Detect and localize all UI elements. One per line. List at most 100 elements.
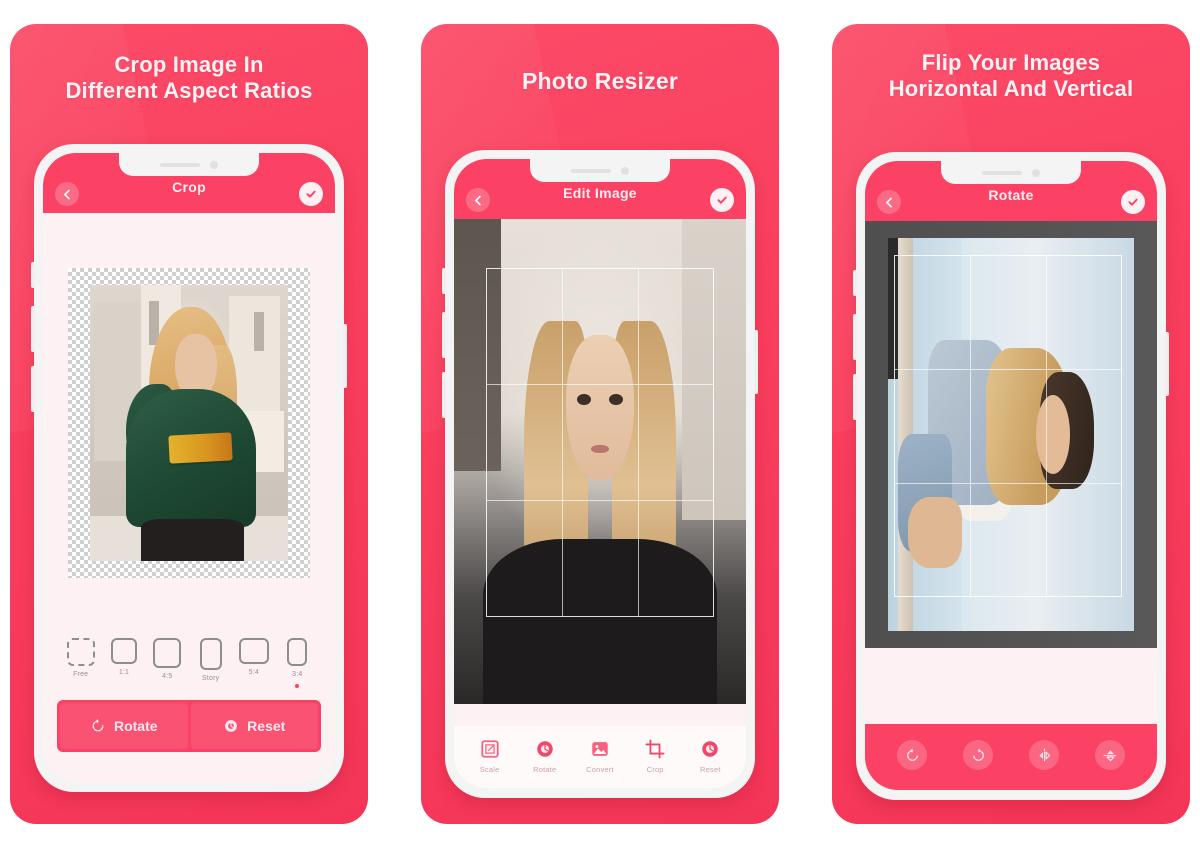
tool-label: Scale [479, 765, 500, 774]
phone-power-button [1165, 332, 1169, 396]
phone-mute-switch [442, 268, 446, 294]
ratio-selected-dot [209, 688, 213, 692]
reset-icon [699, 738, 721, 760]
ratio-option-free[interactable]: Free [59, 638, 102, 688]
ratio-label: 1:1 [118, 669, 130, 676]
rotate-right-button[interactable] [963, 740, 993, 770]
back-button[interactable] [466, 188, 490, 212]
confirm-button[interactable] [710, 188, 734, 212]
ratio-option-story[interactable]: Story [189, 638, 232, 692]
source-photo-hoodie [90, 284, 288, 561]
tool-label: Reset [700, 765, 721, 774]
ratio-option-4-5[interactable]: 4:5 [146, 638, 189, 690]
phone-notch [530, 159, 670, 182]
transparency-checkerboard [68, 268, 310, 578]
reset-icon [225, 720, 238, 732]
ratio-landscape-icon [238, 638, 269, 664]
phone-power-button [343, 324, 347, 388]
promo-card-flip: Flip Your Images Horizontal And Vertical [832, 24, 1190, 824]
promo-title: Photo Resizer [522, 68, 678, 94]
app-bar-title: Edit Image [563, 185, 637, 201]
rotate-left-button[interactable] [897, 740, 927, 770]
confirm-button[interactable] [1121, 190, 1145, 214]
phone-notch [119, 153, 259, 176]
check-icon [306, 190, 316, 198]
image-icon [589, 738, 611, 760]
phone-notch [941, 161, 1081, 184]
ratio-option-5-4[interactable]: 5:4 [232, 638, 275, 686]
flip-vertical-icon [1103, 749, 1117, 761]
screenshot-gallery: Crop Image In Different Aspect Ratios Cr… [0, 0, 1200, 857]
tool-convert[interactable]: Convert [576, 738, 624, 774]
promo-card-resizer: Photo Resizer Edit Image Scale Rotate Co… [421, 24, 779, 824]
ratio-option-3-4[interactable]: 3:4 [276, 638, 319, 688]
tool-rotate[interactable]: Rotate [521, 738, 569, 774]
ratio-portrait-icon [153, 638, 182, 668]
earpiece-speaker [982, 170, 1022, 175]
phone-mockup: Crop Free 1:1 4:5 Story 5:4 3:4 Rotate R… [31, 144, 347, 792]
app-bar-title: Crop [172, 179, 206, 195]
ratio-free-icon [66, 638, 95, 666]
screen-bottom-padding [43, 752, 335, 782]
earpiece-speaker [160, 162, 200, 167]
ratio-selected-dot [165, 686, 169, 690]
editor-toolbar: Scale Rotate Convert Crop Reset [454, 726, 746, 788]
front-camera-icon [621, 166, 629, 175]
phone-volume-down-button [853, 374, 857, 420]
flip-horizontal-button[interactable] [1029, 740, 1059, 770]
front-camera-icon [1032, 168, 1040, 177]
phone-mockup: Edit Image Scale Rotate Convert Crop Res… [442, 150, 758, 798]
tool-scale[interactable]: Scale [466, 738, 514, 774]
phone-screen: Edit Image Scale Rotate Convert Crop Res… [454, 159, 746, 788]
confirm-button[interactable] [299, 182, 323, 206]
rotate-button-label: Rotate [113, 718, 158, 734]
ratio-selected-dot [79, 684, 83, 688]
front-camera-icon [210, 160, 218, 169]
canvas-spacer [865, 648, 1157, 724]
tool-label: Convert [586, 765, 614, 774]
check-icon [1128, 198, 1138, 206]
ratio-selected-dot [295, 684, 300, 688]
crop-icon [644, 738, 666, 760]
back-button[interactable] [55, 182, 79, 206]
edit-canvas[interactable] [454, 219, 746, 704]
scale-icon [479, 738, 501, 760]
reset-button[interactable]: Reset [190, 703, 318, 749]
ratio-square-icon [110, 638, 137, 664]
ratio-label: 4:5 [162, 673, 173, 680]
source-photo-portrait [454, 219, 746, 704]
ratio-option-1-1[interactable]: 1:1 [102, 638, 145, 686]
phone-screen: Crop Free 1:1 4:5 Story 5:4 3:4 Rotate R… [43, 153, 335, 782]
phone-volume-down-button [442, 372, 446, 418]
phone-volume-up-button [442, 312, 446, 358]
chevron-left-icon [63, 189, 70, 199]
rotate-canvas[interactable] [865, 221, 1157, 648]
ratio-label: Free [73, 671, 89, 678]
rotate-button[interactable]: Rotate [60, 703, 188, 749]
phone-mockup: Rotate [853, 152, 1169, 800]
ratio-selected-dot [252, 682, 256, 686]
chevron-left-icon [474, 195, 481, 205]
rotate-right-icon [972, 748, 984, 761]
chevron-left-icon [885, 197, 892, 207]
flip-vertical-button[interactable] [1095, 740, 1125, 770]
tool-crop[interactable]: Crop [631, 738, 679, 774]
tool-reset[interactable]: Reset [686, 738, 734, 774]
phone-volume-down-button [31, 366, 35, 412]
phone-volume-up-button [31, 306, 35, 352]
rotate-left-icon [92, 719, 104, 732]
promo-title: Flip Your Images Horizontal And Vertical [888, 50, 1134, 101]
phone-screen: Rotate [865, 161, 1157, 790]
tool-label: Crop [646, 765, 664, 774]
ratio-story-icon [199, 638, 222, 670]
flip-horizontal-icon [1038, 748, 1050, 762]
back-button[interactable] [877, 190, 901, 214]
crop-canvas[interactable] [43, 213, 335, 632]
aspect-ratio-picker[interactable]: Free 1:1 4:5 Story 5:4 3:4 [43, 632, 335, 700]
rotate-left-icon [906, 748, 918, 761]
canvas-spacer [454, 704, 746, 726]
earpiece-speaker [571, 168, 611, 173]
ratio-tall-icon [287, 638, 308, 666]
check-icon [717, 196, 727, 204]
promo-title: Crop Image In Different Aspect Ratios [65, 52, 313, 103]
